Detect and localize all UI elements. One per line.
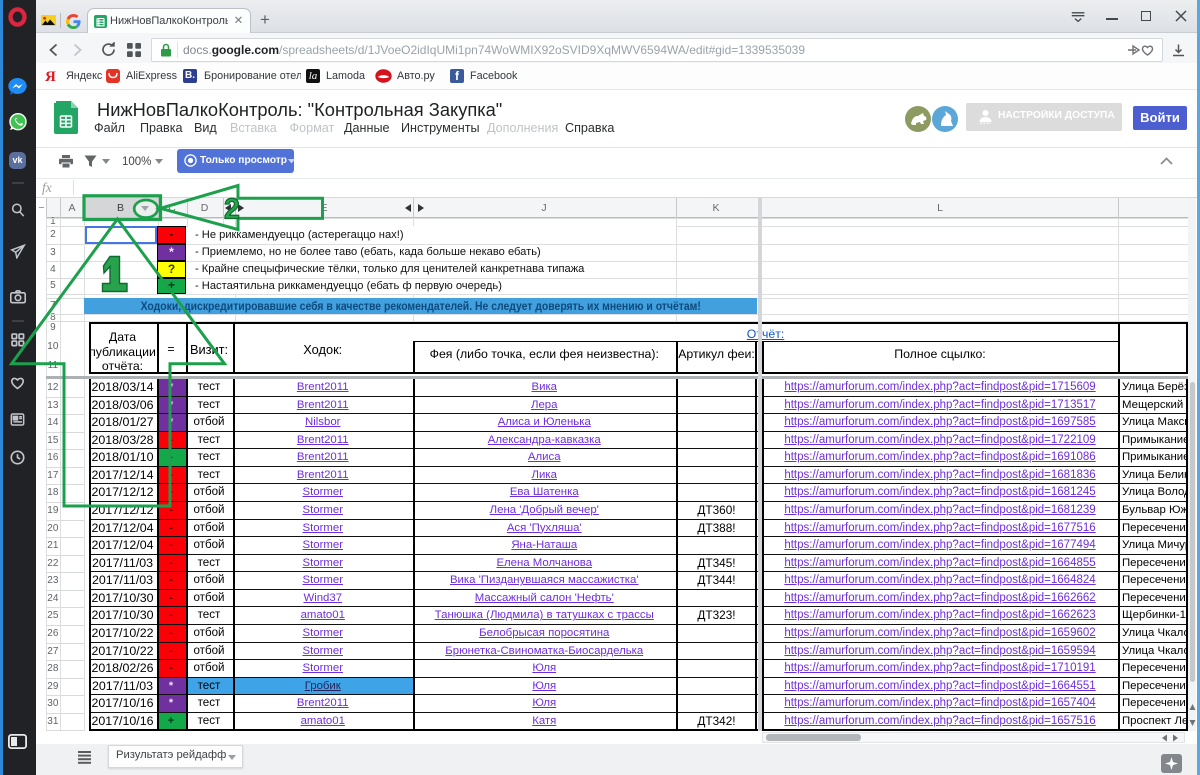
svg-text:2: 2 [224, 194, 240, 226]
